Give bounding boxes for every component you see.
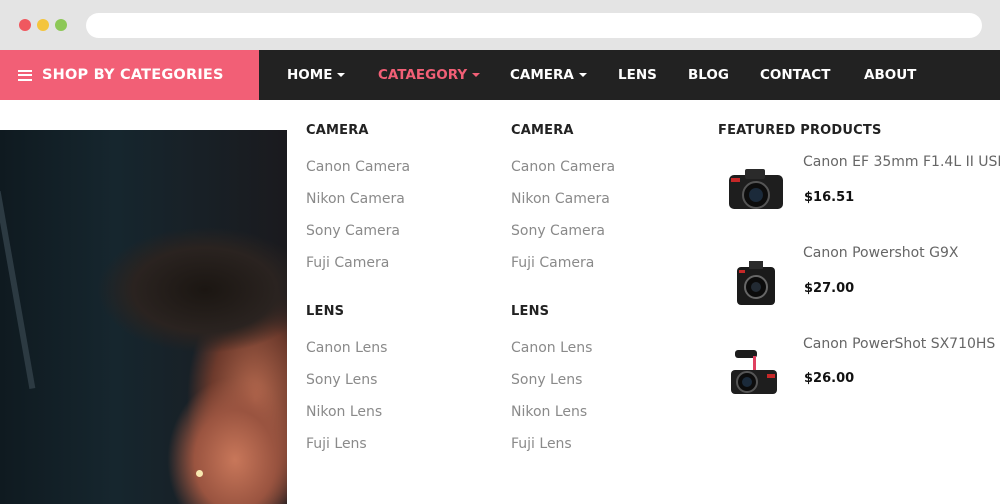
nav-home[interactable]: HOME	[287, 50, 346, 100]
main-navigation: HOME CATAEGORY CAMERA LENS BLOG CONTACT …	[259, 50, 1000, 100]
link-nikon-camera[interactable]: Nikon Camera	[511, 191, 610, 207]
nav-about[interactable]: ABOUT	[864, 50, 916, 100]
menu-icon	[18, 69, 32, 81]
link-nikon-camera[interactable]: Nikon Camera	[306, 191, 405, 207]
nav-lens[interactable]: LENS	[618, 50, 657, 100]
category-mega-menu: CAMERA Canon Camera Nikon Camera Sony Ca…	[287, 100, 1000, 504]
nav-category-label: CATAEGORY	[378, 67, 468, 83]
link-nikon-lens[interactable]: Nikon Lens	[306, 404, 382, 420]
link-sony-camera[interactable]: Sony Camera	[306, 223, 400, 239]
slider-dot[interactable]	[196, 470, 203, 477]
dslr-camera-icon[interactable]	[725, 163, 787, 217]
product-price: $16.51	[804, 190, 855, 205]
link-canon-camera[interactable]: Canon Camera	[511, 159, 615, 175]
product-price: $26.00	[804, 371, 855, 386]
column-heading-lens: LENS	[306, 304, 345, 319]
camera-with-mic-icon[interactable]	[725, 346, 787, 400]
nav-about-label: ABOUT	[864, 67, 917, 83]
nav-camera-label: CAMERA	[510, 67, 574, 83]
maximize-window-dot[interactable]	[55, 19, 67, 31]
link-canon-lens[interactable]: Canon Lens	[306, 340, 387, 356]
product-name[interactable]: Canon EF 35mm F1.4L II USM	[803, 154, 1000, 170]
hero-photo	[0, 130, 287, 504]
column-heading-camera: CAMERA	[306, 123, 369, 138]
column-heading-lens: LENS	[511, 304, 550, 319]
minimize-window-dot[interactable]	[37, 19, 49, 31]
product-price: $27.00	[804, 281, 855, 296]
nav-lens-label: LENS	[618, 67, 657, 83]
address-bar[interactable]	[86, 13, 982, 38]
chevron-down-icon	[578, 73, 587, 77]
nav-blog[interactable]: BLOG	[688, 50, 729, 100]
nav-home-label: HOME	[287, 67, 333, 83]
nav-contact[interactable]: CONTACT	[760, 50, 830, 100]
link-sony-camera[interactable]: Sony Camera	[511, 223, 605, 239]
link-sony-lens[interactable]: Sony Lens	[306, 372, 377, 388]
link-canon-camera[interactable]: Canon Camera	[306, 159, 410, 175]
nav-contact-label: CONTACT	[760, 67, 831, 83]
nav-blog-label: BLOG	[688, 67, 729, 83]
chevron-down-icon	[472, 73, 481, 77]
product-name[interactable]: Canon Powershot G9X	[803, 245, 958, 261]
hero-photo-detail	[0, 190, 36, 390]
product-name[interactable]: Canon PowerShot SX710HS	[803, 336, 995, 352]
shop-by-categories-button[interactable]: SHOP BY CATEGORIES	[0, 50, 259, 100]
link-nikon-lens[interactable]: Nikon Lens	[511, 404, 587, 420]
chevron-down-icon	[337, 73, 346, 77]
nav-category[interactable]: CATAEGORY	[378, 50, 481, 100]
featured-products-heading: FEATURED PRODUCTS	[718, 123, 882, 138]
link-fuji-camera[interactable]: Fuji Camera	[511, 255, 594, 271]
nav-camera[interactable]: CAMERA	[510, 50, 587, 100]
link-canon-lens[interactable]: Canon Lens	[511, 340, 592, 356]
link-fuji-lens[interactable]: Fuji Lens	[306, 436, 367, 452]
link-fuji-lens[interactable]: Fuji Lens	[511, 436, 572, 452]
browser-chrome	[0, 0, 1000, 50]
compact-camera-icon[interactable]	[725, 257, 787, 311]
close-window-dot[interactable]	[19, 19, 31, 31]
shop-by-categories-label: SHOP BY CATEGORIES	[42, 67, 224, 83]
column-heading-camera: CAMERA	[511, 123, 574, 138]
link-sony-lens[interactable]: Sony Lens	[511, 372, 582, 388]
link-fuji-camera[interactable]: Fuji Camera	[306, 255, 389, 271]
